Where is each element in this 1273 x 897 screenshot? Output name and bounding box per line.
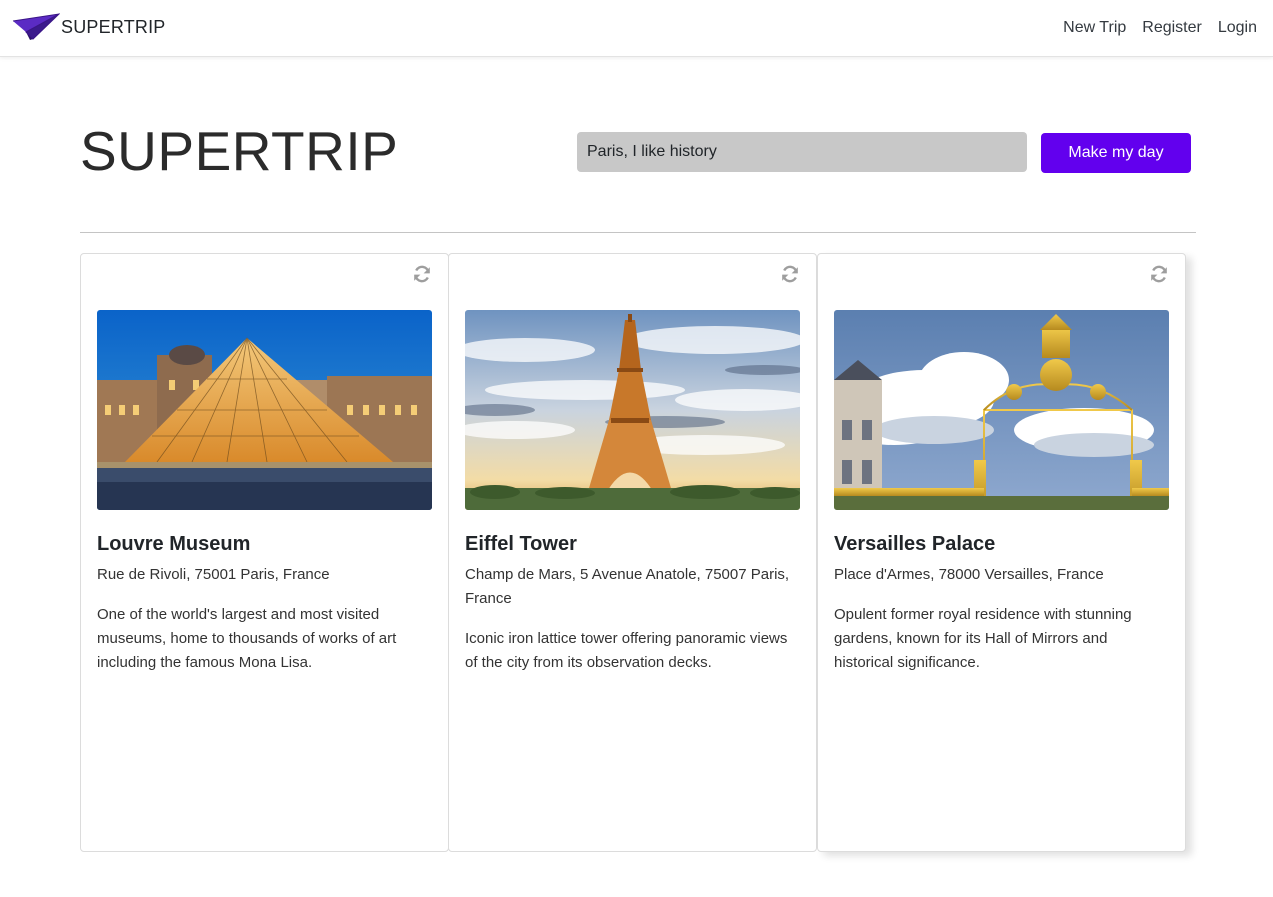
nav-register-link[interactable]: Register: [1142, 18, 1202, 38]
card-title: Versailles Palace: [834, 533, 996, 555]
attraction-card-versailles: Versailles Palace Place d'Armes, 78000 V…: [817, 253, 1186, 852]
card-title: Eiffel Tower: [465, 533, 577, 555]
refresh-icon[interactable]: [780, 264, 800, 284]
nav-links: New Trip Register Login: [1063, 18, 1257, 38]
refresh-icon[interactable]: [1149, 264, 1169, 284]
refresh-icon[interactable]: [412, 264, 432, 284]
card-title: Louvre Museum: [97, 533, 251, 555]
card-body: Rue de Rivoli, 75001 Paris, France One o…: [97, 563, 432, 675]
nav-login-link[interactable]: Login: [1218, 18, 1257, 38]
card-description: One of the world's largest and most visi…: [97, 606, 397, 671]
attraction-card-eiffel: Eiffel Tower Champ de Mars, 5 Avenue Ana…: [448, 253, 817, 852]
make-my-day-button[interactable]: Make my day: [1041, 133, 1191, 173]
louvre-image: [97, 310, 432, 510]
card-address: Place d'Armes, 78000 Versailles, France: [834, 566, 1104, 583]
brand-name: SUPERTRIP: [61, 16, 166, 37]
brand-link[interactable]: SUPERTRIP: [12, 13, 166, 41]
card-address: Rue de Rivoli, 75001 Paris, France: [97, 566, 330, 583]
attraction-card-louvre: Louvre Museum Rue de Rivoli, 75001 Paris…: [80, 253, 449, 852]
navbar: SUPERTRIP New Trip Register Login: [0, 0, 1273, 57]
card-body: Champ de Mars, 5 Avenue Anatole, 75007 P…: [465, 563, 800, 675]
nav-new-trip-link[interactable]: New Trip: [1063, 18, 1126, 38]
trip-query-input[interactable]: [577, 132, 1027, 172]
card-address: Champ de Mars, 5 Avenue Anatole, 75007 P…: [465, 566, 790, 607]
page-title: SUPERTRIP: [80, 120, 399, 182]
attraction-cards: Louvre Museum Rue de Rivoli, 75001 Paris…: [80, 253, 1188, 852]
paper-plane-icon: [12, 13, 60, 41]
card-description: Iconic iron lattice tower offering panor…: [465, 630, 788, 671]
divider: [80, 232, 1196, 233]
card-description: Opulent former royal residence with stun…: [834, 606, 1132, 671]
versailles-image: [834, 310, 1169, 510]
card-body: Place d'Armes, 78000 Versailles, France …: [834, 563, 1169, 675]
eiffel-image: [465, 310, 800, 510]
